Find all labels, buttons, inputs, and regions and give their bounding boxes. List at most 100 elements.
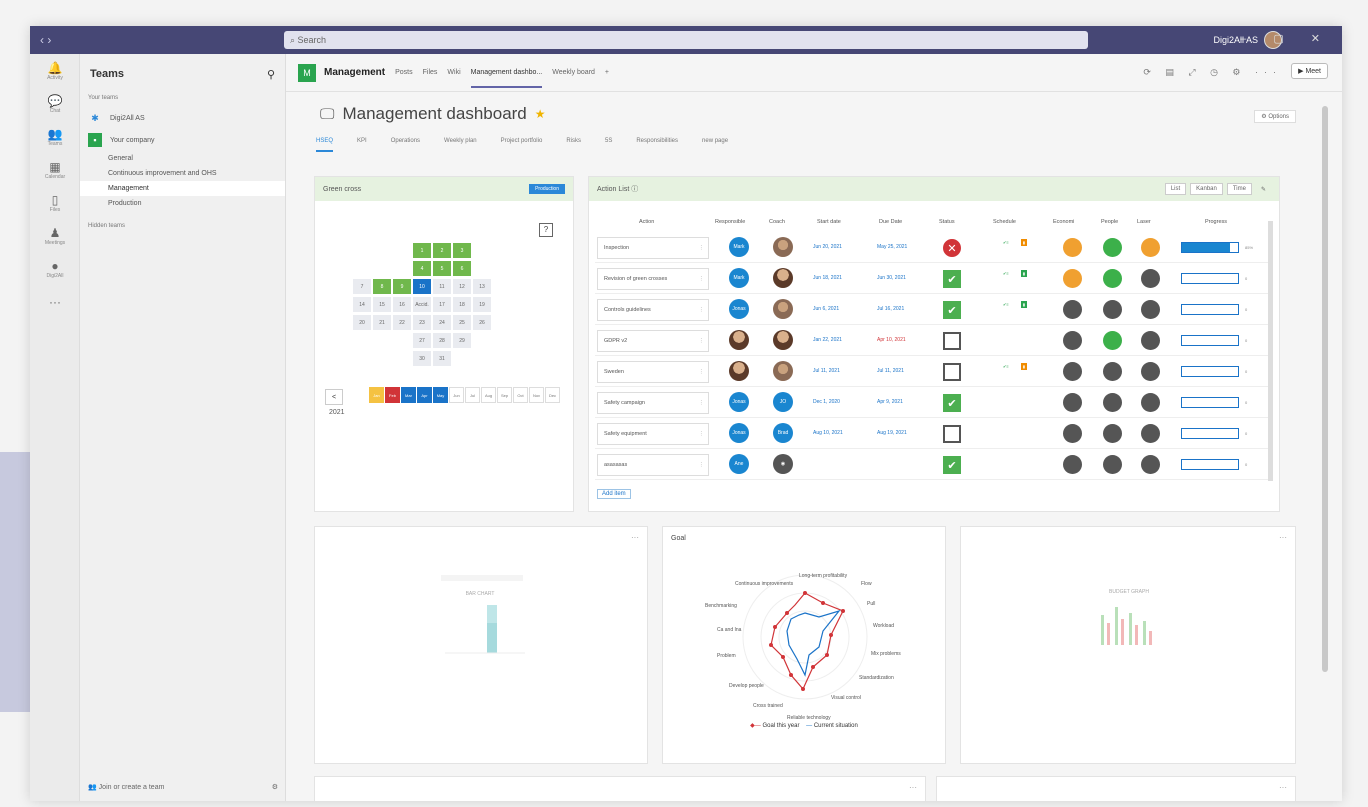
rail-activity[interactable]: 🔔 Activity — [30, 54, 80, 87]
month-jul[interactable]: Jul — [465, 387, 480, 403]
responsible-avatar[interactable]: Jonas — [729, 423, 749, 443]
status-dot[interactable] — [1103, 393, 1122, 412]
coach-avatar[interactable] — [773, 237, 793, 257]
col-responsible[interactable]: Responsible — [715, 219, 745, 225]
responsible-avatar[interactable]: Mark — [729, 237, 749, 257]
tab-operations[interactable]: Operations — [391, 138, 420, 152]
status-dot[interactable] — [1103, 300, 1122, 319]
hidden-teams-link[interactable]: Hidden teams — [80, 211, 285, 241]
calendar-day[interactable]: 5 — [433, 261, 451, 276]
tab-project-portfolio[interactable]: Project portfolio — [501, 138, 543, 152]
status-dot[interactable] — [1141, 269, 1160, 288]
calendar-day[interactable]: 9 — [393, 279, 411, 294]
status-dot[interactable] — [1141, 238, 1160, 257]
calendar-day[interactable]: 11 — [433, 279, 451, 294]
status-dot[interactable] — [1063, 269, 1082, 288]
history-nav-icon[interactable]: ‹ › — [40, 33, 80, 47]
status-checkbox[interactable]: ✕ — [943, 239, 961, 257]
responsible-avatar[interactable]: Mark — [729, 268, 749, 288]
channel-general[interactable]: General — [80, 151, 285, 166]
table-row[interactable]: asasasas ⋮ Ane ◉ ✔ 0 — [595, 450, 1273, 480]
month-nov[interactable]: Nov — [529, 387, 544, 403]
col-economi[interactable]: Economi — [1053, 219, 1074, 225]
rail-files[interactable]: ▯ Files — [30, 186, 80, 219]
window-controls[interactable]: – ▢ ✕ — [1240, 32, 1332, 45]
status-dot[interactable] — [1103, 455, 1122, 474]
calendar-day[interactable]: 22 — [393, 315, 411, 330]
calendar-day[interactable]: 2 — [433, 243, 451, 258]
col-schedule[interactable]: Schedule — [993, 219, 1016, 225]
calendar-day[interactable]: 18 — [453, 297, 471, 312]
favorite-star-icon[interactable]: ★ — [535, 107, 546, 121]
view-kanban-button[interactable]: Kanban — [1190, 183, 1223, 195]
status-dot[interactable] — [1063, 238, 1082, 257]
calendar-day[interactable]: 29 — [453, 333, 471, 348]
calendar-day[interactable]: 10 — [413, 279, 431, 294]
status-dot[interactable] — [1063, 331, 1082, 350]
status-checkbox[interactable]: ✔ — [943, 456, 961, 474]
col-progress[interactable]: Progress — [1205, 219, 1227, 225]
legend-current-label[interactable]: Current situation — [814, 723, 858, 729]
tab-responsibilities[interactable]: Responsibilities — [636, 138, 678, 152]
calendar-day[interactable]: 4 — [413, 261, 431, 276]
view-list-button[interactable]: List — [1164, 183, 1187, 195]
col-status[interactable]: Status — [939, 219, 955, 225]
table-row[interactable]: Safety campaign ⋮ Jonas JO Dec 1, 2020 Apr 9,… — [595, 388, 1273, 418]
status-dot[interactable] — [1141, 393, 1160, 412]
status-checkbox[interactable]: ✔ — [943, 394, 961, 412]
more-apps-icon[interactable]: ··· — [30, 285, 80, 318]
team-digi2all[interactable]: ✱ Digi2All AS — [80, 107, 285, 129]
add-tab-button[interactable]: + — [605, 69, 609, 76]
rail-calendar[interactable]: ▦ Calendar — [30, 153, 80, 186]
calendar-day[interactable]: 14 — [353, 297, 371, 312]
coach-avatar[interactable] — [773, 330, 793, 350]
action-name[interactable]: Controls guidelines ⋮ — [597, 299, 709, 321]
col-coach[interactable]: Coach — [769, 219, 785, 225]
action-name[interactable]: Revision of green crosses ⋮ — [597, 268, 709, 290]
tab-5s[interactable]: 5S — [605, 138, 612, 152]
responsible-avatar[interactable]: Ane — [729, 454, 749, 474]
action-name[interactable]: GDPR v2 ⋮ — [597, 330, 709, 352]
options-button[interactable]: ⚙ Options — [1254, 110, 1296, 123]
status-checkbox[interactable]: ✔ — [943, 270, 961, 288]
view-time-button[interactable]: Time — [1226, 183, 1252, 195]
legend-goal-label[interactable]: Goal this year — [762, 723, 799, 729]
page-scrollbar[interactable] — [1322, 106, 1328, 672]
tab-new-page[interactable]: new page — [702, 138, 728, 152]
status-dot[interactable] — [1141, 455, 1160, 474]
col-people[interactable]: People — [1101, 219, 1118, 225]
month-apr[interactable]: Apr — [417, 387, 432, 403]
action-list-scrollbar[interactable] — [1268, 221, 1273, 481]
status-dot[interactable] — [1103, 424, 1122, 443]
calendar-day[interactable]: 27 — [413, 333, 431, 348]
tab-hseq[interactable]: HSEQ — [316, 138, 334, 152]
responsible-avatar[interactable] — [729, 361, 749, 381]
coach-avatar[interactable]: Brad — [773, 423, 793, 443]
calendar-day[interactable]: 7 — [353, 279, 371, 294]
status-dot[interactable] — [1103, 331, 1122, 350]
calendar-day[interactable]: 24 — [433, 315, 451, 330]
status-dot[interactable] — [1063, 362, 1082, 381]
col-due-date[interactable]: Due Date — [879, 219, 902, 225]
status-dot[interactable] — [1141, 300, 1160, 319]
responsible-avatar[interactable]: Jonas — [729, 299, 749, 319]
month-aug[interactable]: Aug — [481, 387, 496, 403]
tab-posts[interactable]: Posts — [395, 69, 413, 76]
help-icon[interactable]: ? — [539, 223, 553, 237]
info-icon[interactable]: ⓘ — [631, 186, 638, 193]
responsible-avatar[interactable] — [729, 330, 749, 350]
calendar-day[interactable]: 1 — [413, 243, 431, 258]
search-input[interactable]: ⌕ Search — [284, 31, 1088, 49]
settings-gear-icon[interactable]: ⚙ — [272, 783, 278, 791]
status-dot[interactable] — [1063, 300, 1082, 319]
calendar-day[interactable]: 17 — [433, 297, 451, 312]
status-dot[interactable] — [1141, 362, 1160, 381]
tab-files[interactable]: Files — [423, 69, 438, 76]
tab-wiki[interactable]: Wiki — [447, 69, 460, 76]
month-may[interactable]: May — [433, 387, 448, 403]
calendar-day[interactable]: Accid. — [413, 297, 431, 312]
previous-year-button[interactable]: < — [325, 389, 343, 405]
join-team-row[interactable]: 👥 Join or create a team ⚙ — [88, 783, 278, 791]
calendar-day[interactable]: 15 — [373, 297, 391, 312]
status-dot[interactable] — [1103, 362, 1122, 381]
